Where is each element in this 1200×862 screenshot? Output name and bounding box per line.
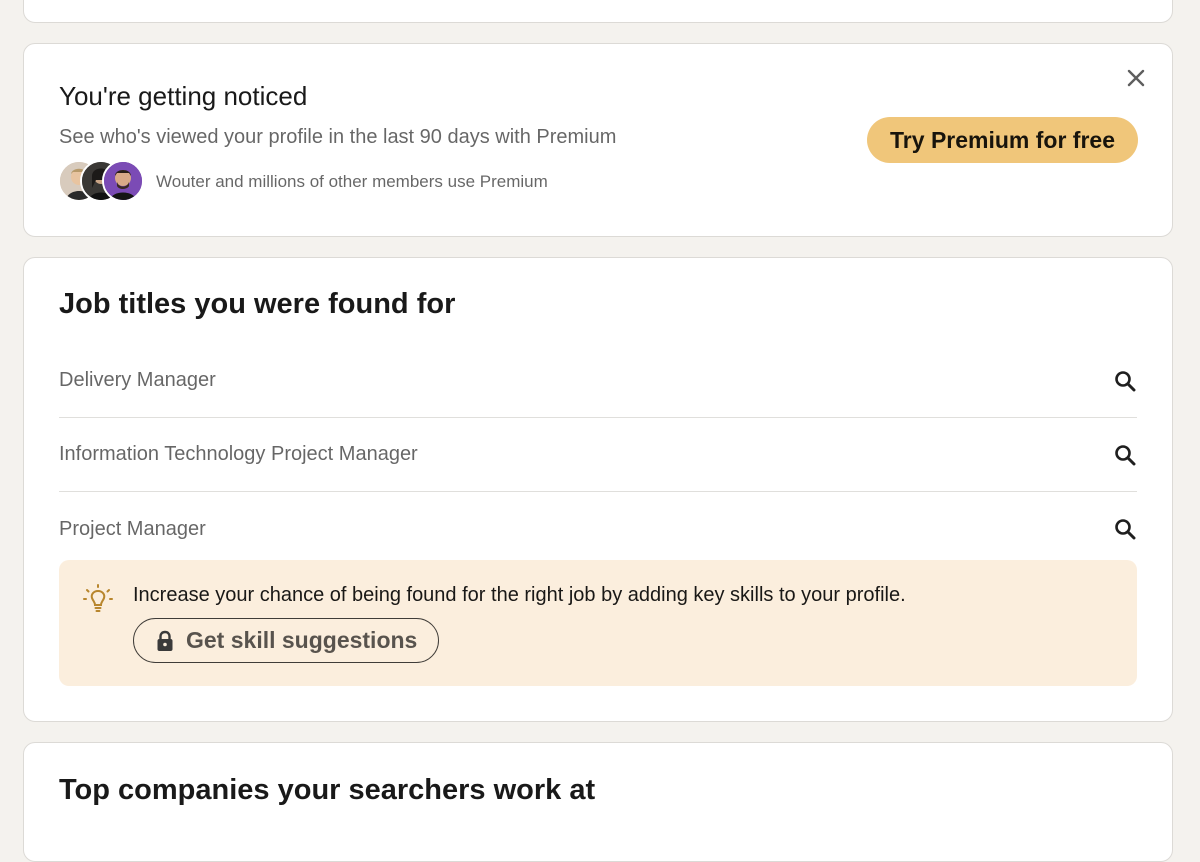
try-premium-button[interactable]: Try Premium for free [867,117,1138,163]
premium-subtitle: See who's viewed your profile in the las… [59,126,617,148]
lightbulb-icon [83,584,113,612]
previous-card [23,0,1173,23]
job-title-label: Information Technology Project Manager [59,443,418,465]
search-icon[interactable] [1113,517,1137,541]
dismiss-button[interactable] [1122,64,1150,92]
close-icon [1127,69,1145,87]
job-titles-card: Job titles you were found for Delivery M… [23,257,1173,722]
job-title-label: Project Manager [59,517,206,540]
job-title-row[interactable]: Delivery Manager [59,344,1137,418]
skill-tip-banner: Increase your chance of being found for … [59,560,1137,686]
job-title-row[interactable]: Information Technology Project Manager [59,418,1137,492]
get-skill-suggestions-button[interactable]: Get skill suggestions [133,618,440,663]
job-title-row[interactable]: Project Manager [59,492,1137,566]
job-titles-heading: Job titles you were found for [59,288,456,320]
skill-tip-text: Increase your chance of being found for … [133,584,906,606]
get-skill-suggestions-label: Get skill suggestions [186,627,418,653]
top-companies-heading: Top companies your searchers work at [59,774,596,806]
premium-title: You're getting noticed [59,81,308,111]
premium-upsell-card: You're getting noticed See who's viewed … [23,43,1173,237]
job-title-label: Delivery Manager [59,369,216,391]
lock-icon [156,630,176,652]
search-icon[interactable] [1113,369,1137,393]
avatar [102,160,144,202]
premium-members-text: Wouter and millions of other members use… [156,172,548,191]
search-icon[interactable] [1113,443,1137,467]
member-avatars [58,160,148,202]
top-companies-card: Top companies your searchers work at [23,742,1173,862]
